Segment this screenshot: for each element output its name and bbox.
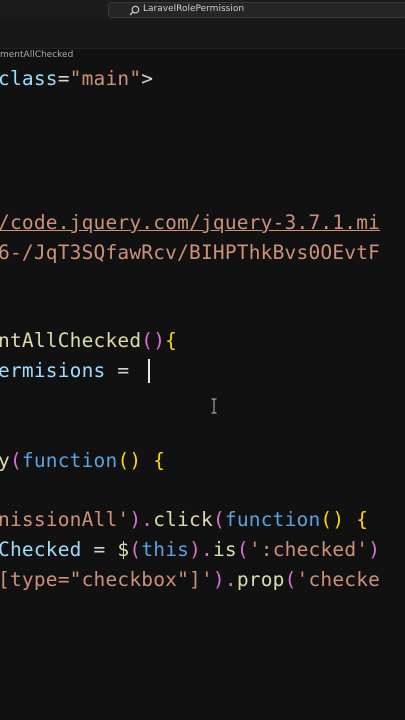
code-token: "main" <box>69 67 142 90</box>
code-token: [type="checkbox"]' <box>0 568 213 591</box>
code-token: 6-/JqT3SQfawRcv/BIHPThkBvs0OEvtF <box>0 241 381 264</box>
code-token: > <box>141 67 154 90</box>
breadcrumb[interactable]: mentAllChecked <box>0 50 73 60</box>
code-token: function <box>224 508 321 531</box>
code-token: () <box>141 329 166 352</box>
code-token: { <box>141 449 166 472</box>
code-token: ( <box>236 538 249 561</box>
code-token: ( <box>284 568 297 591</box>
code-token: ). <box>189 538 213 561</box>
code-token: ermisions <box>0 359 106 382</box>
code-line-div-class: class="main"> <box>0 67 153 91</box>
code-token: () <box>117 449 142 472</box>
code-line-permissions-assign: ermisions = <box>0 359 141 383</box>
code-token: ( <box>129 538 142 561</box>
code-token: class <box>0 67 58 90</box>
code-link[interactable]: /code.jquery.com/jquery-3.7.1.mi <box>0 211 380 234</box>
code-token: = <box>81 538 118 561</box>
code-line-function-decl: ntAllChecked(){ <box>0 329 177 353</box>
code-token: ). <box>129 508 154 531</box>
code-token: ntAllChecked <box>0 329 142 352</box>
code-token: is <box>212 538 237 561</box>
code-token: click <box>153 508 213 531</box>
tab-bar <box>0 20 405 49</box>
code-token: ) <box>368 538 381 561</box>
search-label: LaravelRolePermission <box>143 4 245 14</box>
text-cursor <box>148 359 150 383</box>
code-token: function <box>21 449 118 472</box>
code-line-click-handler: nissionAll').click(function() { <box>0 508 368 532</box>
ibeam-cursor-icon <box>211 398 217 414</box>
title-bar: LaravelRolePermission <box>0 0 405 20</box>
code-token: this <box>141 538 190 561</box>
code-token: = <box>105 359 142 382</box>
search-icon <box>129 5 140 16</box>
code-line-prop-checked: [type="checkbox"]').prop('checke <box>0 568 380 592</box>
code-line-script-src: /code.jquery.com/jquery-3.7.1.mi <box>0 211 380 235</box>
code-token: $ <box>117 538 130 561</box>
command-center-search[interactable]: LaravelRolePermission <box>108 2 405 18</box>
code-token: ( <box>9 449 22 472</box>
code-token: nissionAll' <box>0 508 130 531</box>
code-token: 'checke <box>296 568 381 591</box>
code-token: ':checked' <box>248 538 369 561</box>
code-token: () <box>320 508 345 531</box>
code-line-ready: y(function() { <box>0 449 165 473</box>
code-token: ). <box>212 568 237 591</box>
code-token: = <box>57 67 70 90</box>
code-token: ( <box>212 508 225 531</box>
code-line-integrity: 6-/JqT3SQfawRcv/BIHPThkBvs0OEvtF <box>0 241 380 265</box>
code-token: y <box>0 449 10 472</box>
code-token: prop <box>236 568 285 591</box>
code-token: { <box>165 329 178 352</box>
code-token: { <box>344 508 369 531</box>
code-line-is-checked: Checked = $(this).is(':checked') <box>0 538 380 562</box>
code-token: Checked <box>0 538 82 561</box>
